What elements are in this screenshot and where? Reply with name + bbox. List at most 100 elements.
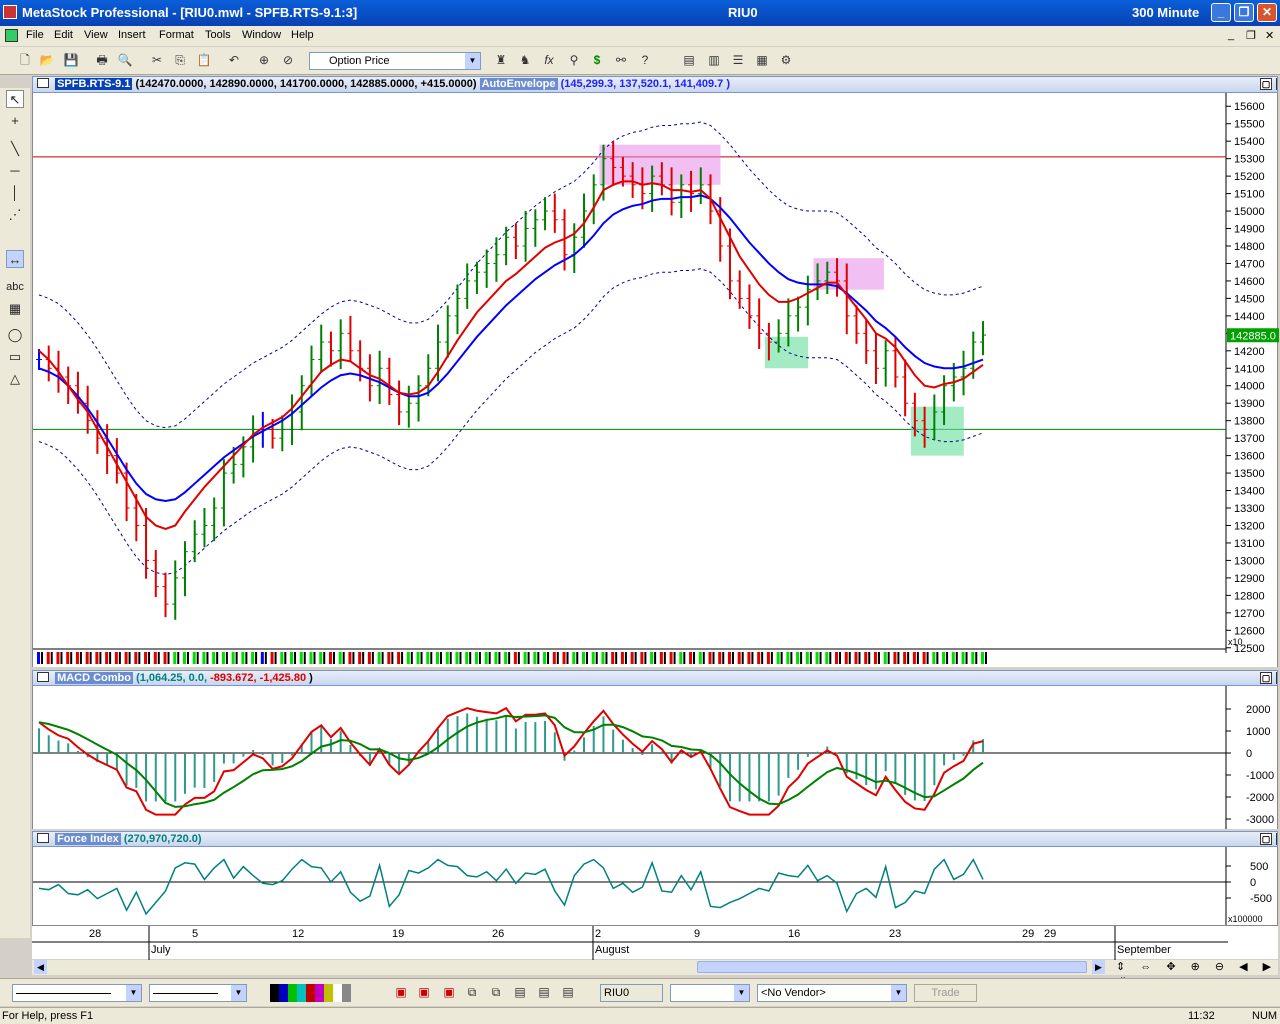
layout-icon[interactable]: ▤	[535, 984, 553, 1001]
paste-icon[interactable]: 📋	[195, 52, 213, 69]
pane-maximize-button[interactable]: ▢	[1260, 833, 1272, 845]
force-chart[interactable]: 500 0 -500 x100000	[33, 847, 1279, 925]
menu-view[interactable]: View	[84, 29, 108, 41]
crosshair-tool-icon[interactable]: +	[6, 112, 24, 130]
minimize-button[interactable]: _	[1211, 3, 1231, 22]
menu-tools[interactable]: Tools	[205, 29, 231, 41]
bring-front-icon[interactable]: ⧉	[463, 984, 481, 1001]
app-icon[interactable]	[3, 5, 17, 19]
window-tile-horizontal-icon[interactable]: ☰	[729, 52, 747, 69]
ribbon-bar	[562, 652, 566, 664]
window-grid-icon[interactable]: ▦	[753, 52, 771, 69]
send-back-icon[interactable]: ⧉	[487, 984, 505, 1001]
window-tile-vertical-icon[interactable]: ▥	[705, 52, 723, 69]
menu-format[interactable]: Format	[159, 29, 194, 41]
menu-insert[interactable]: Insert	[118, 29, 146, 41]
triangle-icon[interactable]: △	[6, 370, 24, 388]
doc-icon[interactable]	[5, 29, 18, 42]
color-palette[interactable]	[270, 984, 360, 1002]
explorer-icon[interactable]: ♞	[516, 52, 534, 69]
ribbon-bar	[766, 652, 770, 664]
cut-icon[interactable]: ✂	[148, 52, 166, 69]
macd-chart[interactable]: 2000 1000 0 -1000 -2000 -3000	[33, 686, 1279, 829]
save-icon[interactable]: 💾	[62, 52, 80, 69]
print-preview-icon[interactable]: 🔍	[116, 52, 134, 69]
trendline-icon[interactable]: ╲	[6, 140, 24, 158]
help-pointer-icon[interactable]: ?	[636, 52, 654, 69]
close-button[interactable]: ✕	[1257, 3, 1277, 22]
horizontal-line-icon[interactable]: ─	[6, 162, 24, 180]
formula-icon[interactable]: fx	[540, 52, 558, 69]
price-field-select[interactable]: Option Price ▼	[309, 52, 481, 70]
text-tool-icon[interactable]: abc	[6, 278, 24, 296]
horizontal-scrollbar[interactable]: ◀ ▶ ⇕ ⇔ ✥ ⊕ ⊖ ◀ ▶ ⇥	[32, 960, 1278, 986]
ribbon-bar	[595, 652, 598, 664]
zoom-icon[interactable]: ⊘	[279, 52, 297, 69]
object-icon[interactable]: ▣	[392, 984, 410, 1001]
ribbon-bar	[868, 652, 871, 664]
print-icon[interactable]: 🖶	[93, 52, 111, 69]
macd-pane[interactable]: 2000 1000 0 -1000 -2000 -3000	[32, 686, 1278, 829]
ellipse-icon[interactable]: ◯	[6, 326, 24, 344]
ribbon-bar	[358, 652, 362, 664]
line-weight-select[interactable]: ▼	[149, 984, 247, 1002]
doc-close-button[interactable]: ✕	[1265, 29, 1274, 42]
scroll-left-icon[interactable]: ◀	[34, 960, 47, 974]
crosshair-icon[interactable]: ⊕	[255, 52, 273, 69]
vertical-line-icon[interactable]: │	[6, 184, 24, 202]
expert-icon[interactable]: ♜	[492, 52, 510, 69]
ribbon-bar	[371, 652, 374, 664]
layout-icon[interactable]: ▤	[511, 984, 529, 1001]
arrow-both-icon[interactable]: ↔	[6, 250, 24, 268]
blank-select[interactable]: ▼	[670, 984, 750, 1002]
menu-window[interactable]: Window	[242, 29, 281, 41]
price-pane[interactable]: 15600 15500 15400 15300 15200 15100 15000 14900…	[32, 93, 1279, 667]
doc-minimize-button[interactable]: _	[1228, 29, 1234, 41]
doc-restore-button[interactable]: ❐	[1246, 29, 1256, 42]
ribbon-bar	[537, 652, 540, 664]
object-icon[interactable]: ▣	[415, 984, 433, 1001]
ribbon-bar	[757, 652, 761, 664]
binoculars-icon[interactable]: ⚯	[612, 52, 630, 69]
maximize-button[interactable]: ❐	[1234, 3, 1254, 22]
copy-icon[interactable]: ⎘	[171, 52, 189, 69]
undo-icon[interactable]: ↶	[225, 52, 243, 69]
line-style-select[interactable]: ▼	[12, 984, 142, 1002]
settings-icon[interactable]: ⚙	[777, 52, 795, 69]
pane-close-button[interactable]: ✕	[1276, 78, 1277, 90]
force-pane-header[interactable]: Force Index (270,970,720.0) ▢ ✕	[32, 831, 1278, 847]
red-moving-average	[38, 180, 984, 531]
new-icon[interactable]: 🗋	[16, 52, 34, 69]
window-cascade-icon[interactable]: ▤	[680, 52, 698, 69]
menu-file[interactable]: File	[26, 29, 44, 41]
pane-close-button[interactable]: ✕	[1276, 833, 1277, 845]
rectangle-icon[interactable]: ▭	[6, 348, 24, 366]
pane-maximize-button[interactable]: ▢	[1260, 672, 1272, 684]
symbol-field[interactable]: RIU0	[600, 984, 663, 1002]
ribbon-bar	[440, 652, 443, 664]
pane-maximize-button[interactable]: ▢	[1260, 78, 1272, 90]
system-tester-icon[interactable]: ⚲	[565, 52, 583, 69]
scroll-thumb[interactable]	[697, 961, 1087, 973]
ribbon-bar	[829, 652, 832, 664]
vendor-select[interactable]: <No Vendor> ▼	[757, 984, 907, 1002]
menu-help[interactable]: Help	[291, 29, 314, 41]
ribbon-bar	[517, 652, 520, 664]
price-pane-header[interactable]: SPFB.RTS-9.1 (142470.0000, 142890.0000, …	[32, 76, 1278, 93]
pointer-icon[interactable]: ↖	[6, 90, 24, 108]
menu-edit[interactable]: Edit	[54, 29, 73, 41]
scroll-right-icon[interactable]: ▶	[1092, 960, 1105, 974]
pane-close-button[interactable]: ✕	[1276, 672, 1277, 684]
fan-lines-icon[interactable]: ⋰	[6, 206, 24, 224]
open-icon[interactable]: 📂	[38, 52, 56, 69]
ohlc-values: (142470.0000, 142890.0000, 141700.0000, …	[135, 78, 477, 90]
layout-icon[interactable]: ▤	[559, 984, 577, 1001]
dollar-icon[interactable]: $	[588, 52, 606, 69]
object-icon[interactable]: ▣	[440, 984, 458, 1001]
force-pane[interactable]: 500 0 -500 x100000	[32, 847, 1278, 925]
trade-button[interactable]: Trade	[914, 984, 977, 1002]
macd-pane-header[interactable]: MACD Combo (1,064.25, 0.0, -893.672, -1,…	[32, 670, 1278, 686]
force-name: Force Index	[55, 833, 121, 845]
grid-tool-icon[interactable]: ▦	[6, 300, 24, 318]
price-chart[interactable]: 15600 15500 15400 15300 15200 15100 15000 14900…	[33, 93, 1279, 667]
